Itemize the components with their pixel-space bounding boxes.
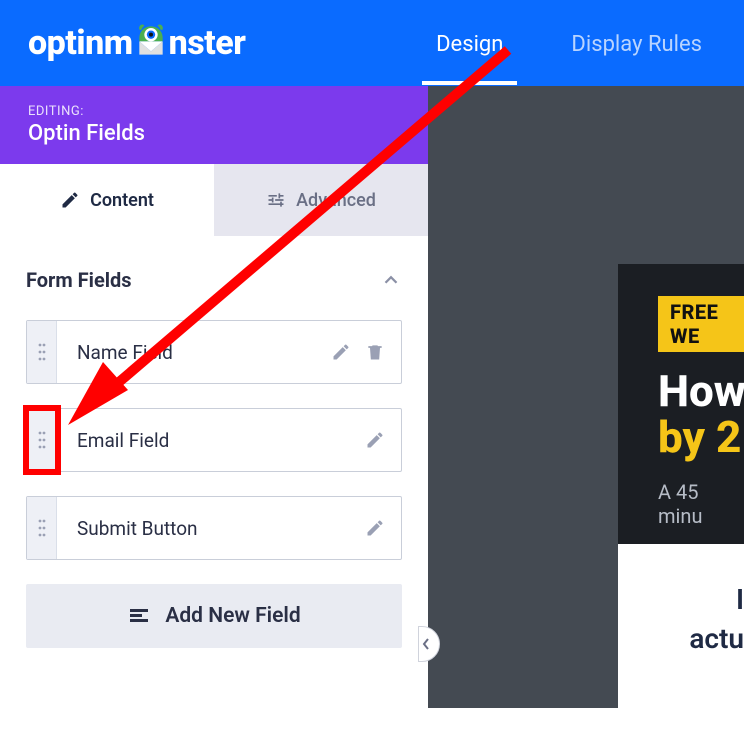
add-field-icon: [127, 604, 151, 628]
section-title: Form Fields: [26, 268, 132, 292]
edit-icon[interactable]: [365, 430, 385, 450]
drag-handle[interactable]: [27, 497, 57, 559]
top-nav-tabs: Design Display Rules: [412, 4, 726, 83]
nav-display-rules[interactable]: Display Rules: [547, 4, 726, 83]
editing-label: EDITING:: [28, 104, 145, 119]
tab-advanced[interactable]: Advanced: [214, 164, 428, 236]
preview-white-line-2: actu: [666, 619, 744, 658]
pencil-icon: [60, 190, 80, 210]
preview-heading-2: by 2: [658, 414, 744, 460]
preview-heading-1: How: [658, 368, 744, 414]
drag-handle-highlighted[interactable]: [27, 409, 57, 471]
sliders-icon: [266, 190, 286, 210]
brand-prefix: optinm: [28, 23, 133, 63]
top-nav: optinm nster Design Display Rules: [0, 0, 744, 86]
preview-hero-card: FREE WE How by 2 A 45 minu: [618, 264, 744, 544]
nav-design[interactable]: Design: [412, 4, 527, 83]
add-field-label: Add New Field: [165, 604, 300, 628]
panel-tabs: Content Advanced: [0, 164, 428, 236]
preview-white-line-1: I: [666, 580, 744, 619]
tab-content[interactable]: Content: [0, 164, 214, 236]
tab-content-label: Content: [90, 190, 154, 211]
section-header[interactable]: Form Fields: [26, 268, 402, 292]
editing-title: Optin Fields: [28, 121, 145, 146]
drag-handle[interactable]: [27, 321, 57, 383]
field-label: Submit Button: [57, 517, 365, 540]
edit-icon[interactable]: [365, 518, 385, 538]
fields-panel: Form Fields Name Field Email Field Submi…: [0, 236, 428, 648]
preview-white-card: I actu: [618, 544, 744, 744]
field-row-name[interactable]: Name Field: [26, 320, 402, 384]
field-label: Name Field: [57, 341, 331, 364]
preview-pane: FREE WE How by 2 A 45 minu I actu: [428, 86, 744, 708]
row-actions: [331, 342, 401, 362]
editing-text-block: EDITING: Optin Fields: [28, 104, 145, 146]
field-label: Email Field: [57, 429, 365, 452]
brand-suffix: nster: [169, 23, 246, 63]
preview-subtext: A 45 minu: [658, 480, 744, 528]
tab-advanced-label: Advanced: [296, 190, 376, 211]
field-row-email[interactable]: Email Field: [26, 408, 402, 472]
row-actions: [365, 430, 401, 450]
monster-icon: [131, 23, 171, 63]
add-field-button[interactable]: Add New Field: [26, 584, 402, 648]
preview-badge: FREE WE: [658, 296, 744, 352]
edit-icon[interactable]: [331, 342, 351, 362]
field-row-submit[interactable]: Submit Button: [26, 496, 402, 560]
brand-logo: optinm nster: [28, 23, 245, 63]
row-actions: [365, 518, 401, 538]
trash-icon[interactable]: [365, 342, 385, 362]
chevron-up-icon: [380, 269, 402, 291]
preview-collapse-handle[interactable]: [418, 626, 440, 662]
